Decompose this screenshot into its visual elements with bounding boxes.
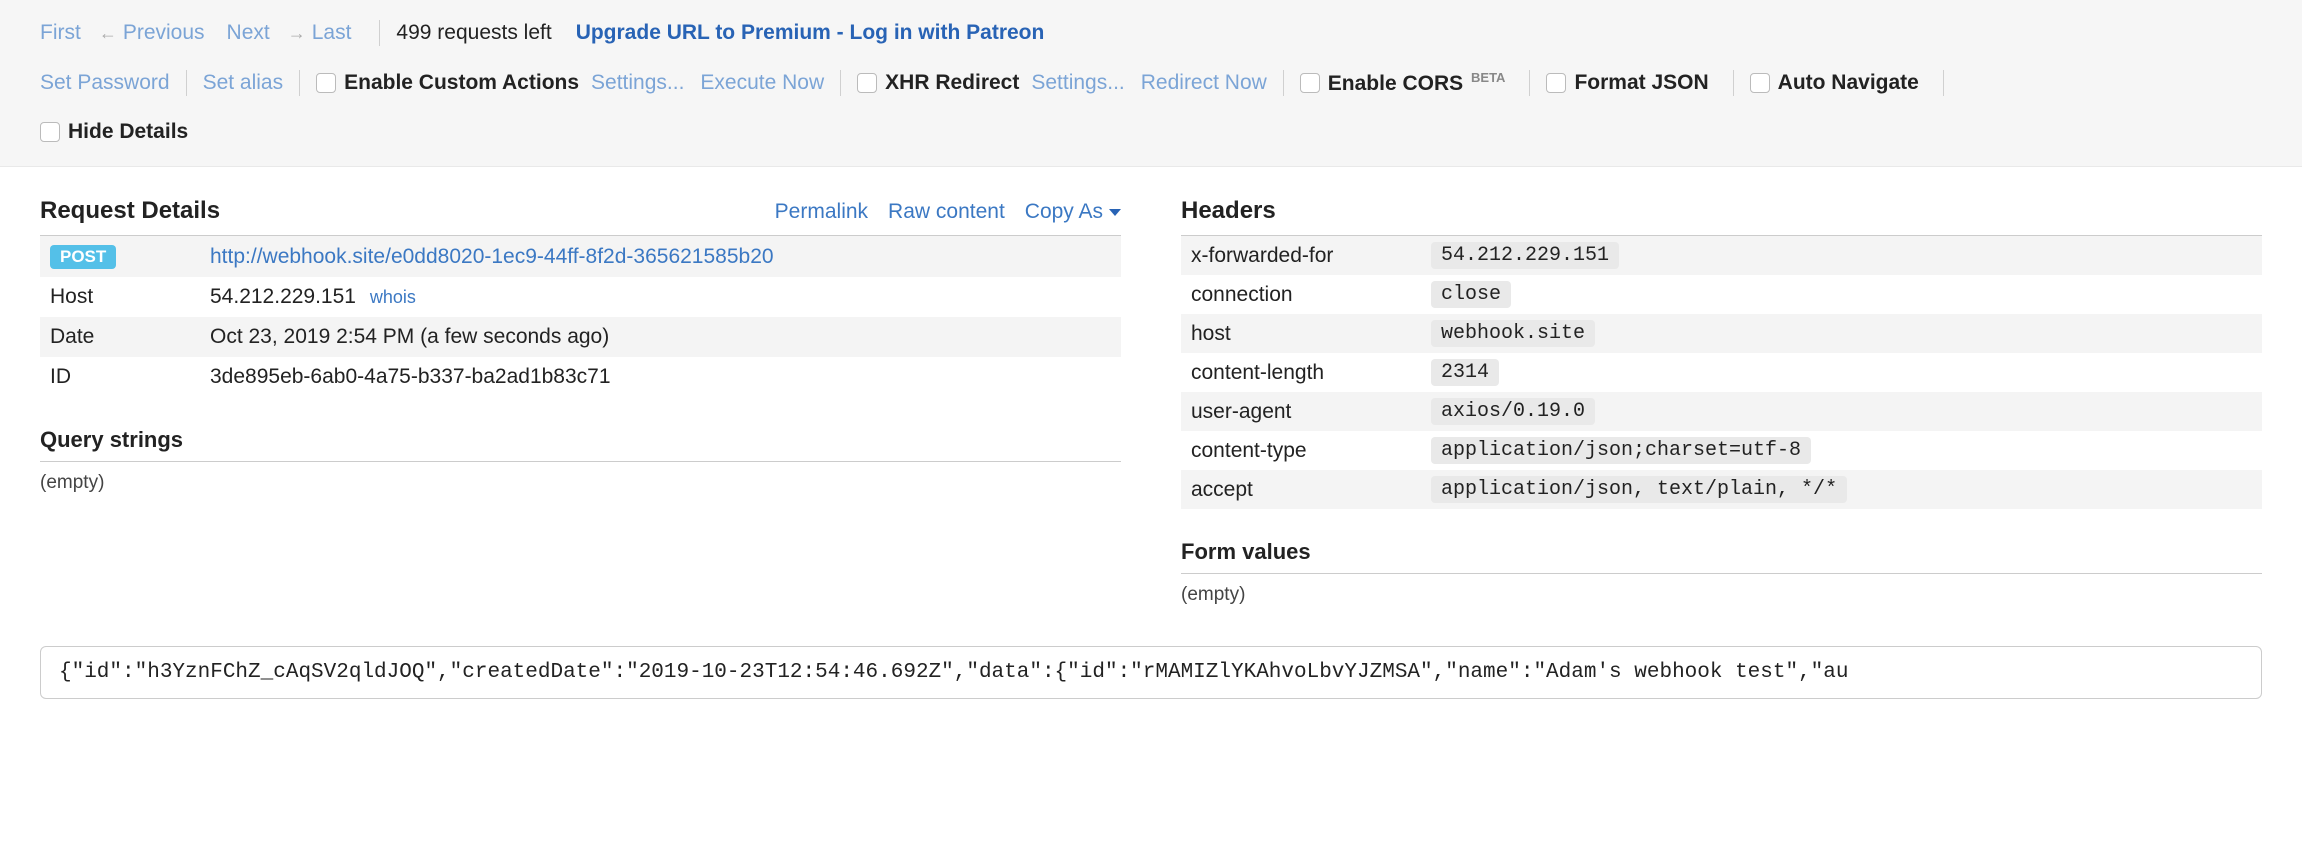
method-badge: POST <box>50 245 116 269</box>
separator <box>186 70 187 96</box>
separator <box>1943 70 1944 96</box>
header-name: host <box>1181 314 1421 353</box>
hide-details-checkbox[interactable]: Hide Details <box>40 120 188 144</box>
id-label: ID <box>40 357 200 397</box>
checkbox-icon <box>1546 73 1566 93</box>
header-value-cell: application/json, text/plain, */* <box>1421 470 2262 509</box>
enable-cors-checkbox[interactable]: Enable CORS BETA <box>1300 70 1506 96</box>
header-value: application/json;charset=utf-8 <box>1431 437 1811 464</box>
header-name: accept <box>1181 470 1421 509</box>
header-value-cell: 54.212.229.151 <box>1421 236 2262 275</box>
checkbox-icon <box>1750 73 1770 93</box>
separator <box>299 70 300 96</box>
header-name: x-forwarded-for <box>1181 236 1421 275</box>
upgrade-link[interactable]: Upgrade URL to Premium - Log in with Pat… <box>576 21 1045 45</box>
header-name: content-length <box>1181 353 1421 392</box>
nav-last[interactable]: Last <box>312 21 352 45</box>
table-row: ID 3de895eb-6ab0-4a75-b337-ba2ad1b83c71 <box>40 357 1121 397</box>
table-row: accept application/json, text/plain, */* <box>1181 470 2262 509</box>
headers-title: Headers <box>1181 197 1276 225</box>
host-value: 54.212.229.151 <box>210 285 356 308</box>
table-row: x-forwarded-for 54.212.229.151 <box>1181 236 2262 275</box>
xhr-redirect-label: XHR Redirect <box>885 71 1019 95</box>
separator <box>1283 70 1284 96</box>
requests-left: 499 requests left <box>396 21 551 45</box>
xhr-redirect-checkbox[interactable]: XHR Redirect <box>857 71 1019 95</box>
header-value-cell: close <box>1421 275 2262 314</box>
form-values-title: Form values <box>1181 539 1311 565</box>
copy-as-dropdown[interactable]: Copy As <box>1025 200 1121 224</box>
header-value: 2314 <box>1431 359 1499 386</box>
request-details-table: POST http://webhook.site/e0dd8020-1ec9-4… <box>40 236 1121 397</box>
table-row: Date Oct 23, 2019 2:54 PM (a few seconds… <box>40 317 1121 357</box>
table-row: Host 54.212.229.151 whois <box>40 277 1121 317</box>
table-row: POST http://webhook.site/e0dd8020-1ec9-4… <box>40 236 1121 277</box>
header-value: webhook.site <box>1431 320 1595 347</box>
permalink-link[interactable]: Permalink <box>775 200 868 224</box>
checkbox-icon <box>316 73 336 93</box>
header-value-cell: 2314 <box>1421 353 2262 392</box>
header-value-cell: application/json;charset=utf-8 <box>1421 431 2262 470</box>
set-password-link[interactable]: Set Password <box>40 71 170 95</box>
header-name: content-type <box>1181 431 1421 470</box>
format-json-label: Format JSON <box>1574 71 1708 95</box>
headers-table: x-forwarded-for54.212.229.151connectionc… <box>1181 236 2262 509</box>
header-value-cell: axios/0.19.0 <box>1421 392 2262 431</box>
hide-details-label: Hide Details <box>68 120 188 144</box>
raw-content-link[interactable]: Raw content <box>888 200 1005 224</box>
checkbox-icon <box>1300 73 1320 93</box>
nav-previous[interactable]: Previous <box>123 21 205 45</box>
raw-body-box[interactable]: {"id":"h3YznFChZ_cAqSV2qldJOQ","createdD… <box>40 646 2262 699</box>
id-value: 3de895eb-6ab0-4a75-b337-ba2ad1b83c71 <box>200 357 1121 397</box>
header-name: user-agent <box>1181 392 1421 431</box>
headers-col: Headers x-forwarded-for 54.212.229.151 con… <box>1181 197 2262 616</box>
table-row: content-length 2314 <box>1181 353 2262 392</box>
enable-cors-label: Enable CORS BETA <box>1328 70 1506 96</box>
redirect-now-link[interactable]: Redirect Now <box>1141 71 1267 95</box>
auto-navigate-label: Auto Navigate <box>1778 71 1919 95</box>
form-values-empty: (empty) <box>1181 574 2262 616</box>
nav-next[interactable]: Next <box>227 21 270 45</box>
arrow-left-icon: ← <box>99 23 117 44</box>
request-details-title: Request Details <box>40 197 220 225</box>
host-label: Host <box>40 277 200 317</box>
query-strings-empty: (empty) <box>40 462 1121 504</box>
checkbox-icon <box>857 73 877 93</box>
query-strings-title: Query strings <box>40 427 183 453</box>
table-row: host webhook.site <box>1181 314 2262 353</box>
separator <box>1529 70 1530 96</box>
whois-link[interactable]: whois <box>370 287 416 307</box>
custom-actions-settings-link[interactable]: Settings... <box>591 71 684 95</box>
checkbox-icon <box>40 122 60 142</box>
table-row: connection close <box>1181 275 2262 314</box>
header-value: application/json, text/plain, */* <box>1431 476 1847 503</box>
set-alias-link[interactable]: Set alias <box>203 71 284 95</box>
date-value: Oct 23, 2019 2:54 PM (a few seconds ago) <box>200 317 1121 357</box>
table-row: user-agent axios/0.19.0 <box>1181 392 2262 431</box>
enable-custom-actions-label: Enable Custom Actions <box>344 71 579 95</box>
nav-first[interactable]: First <box>40 21 81 45</box>
header-value: close <box>1431 281 1511 308</box>
separator <box>840 70 841 96</box>
xhr-settings-link[interactable]: Settings... <box>1031 71 1124 95</box>
format-json-checkbox[interactable]: Format JSON <box>1546 71 1708 95</box>
content: Request Details Permalink Raw content Co… <box>0 167 2302 729</box>
request-url-link[interactable]: http://webhook.site/e0dd8020-1ec9-44ff-8… <box>210 245 774 268</box>
arrow-right-icon: → <box>288 23 306 44</box>
table-row: content-type application/json;charset=utf… <box>1181 431 2262 470</box>
auto-navigate-checkbox[interactable]: Auto Navigate <box>1750 71 1919 95</box>
separator <box>1733 70 1734 96</box>
header-value: 54.212.229.151 <box>1431 242 1619 269</box>
toolbar: First ← Previous Next → Last 499 request… <box>0 0 2302 167</box>
header-value: axios/0.19.0 <box>1431 398 1595 425</box>
header-name: connection <box>1181 275 1421 314</box>
enable-custom-actions-checkbox[interactable]: Enable Custom Actions <box>316 71 579 95</box>
separator <box>379 20 380 46</box>
request-details-col: Request Details Permalink Raw content Co… <box>40 197 1121 616</box>
date-label: Date <box>40 317 200 357</box>
header-value-cell: webhook.site <box>1421 314 2262 353</box>
execute-now-link[interactable]: Execute Now <box>700 71 824 95</box>
